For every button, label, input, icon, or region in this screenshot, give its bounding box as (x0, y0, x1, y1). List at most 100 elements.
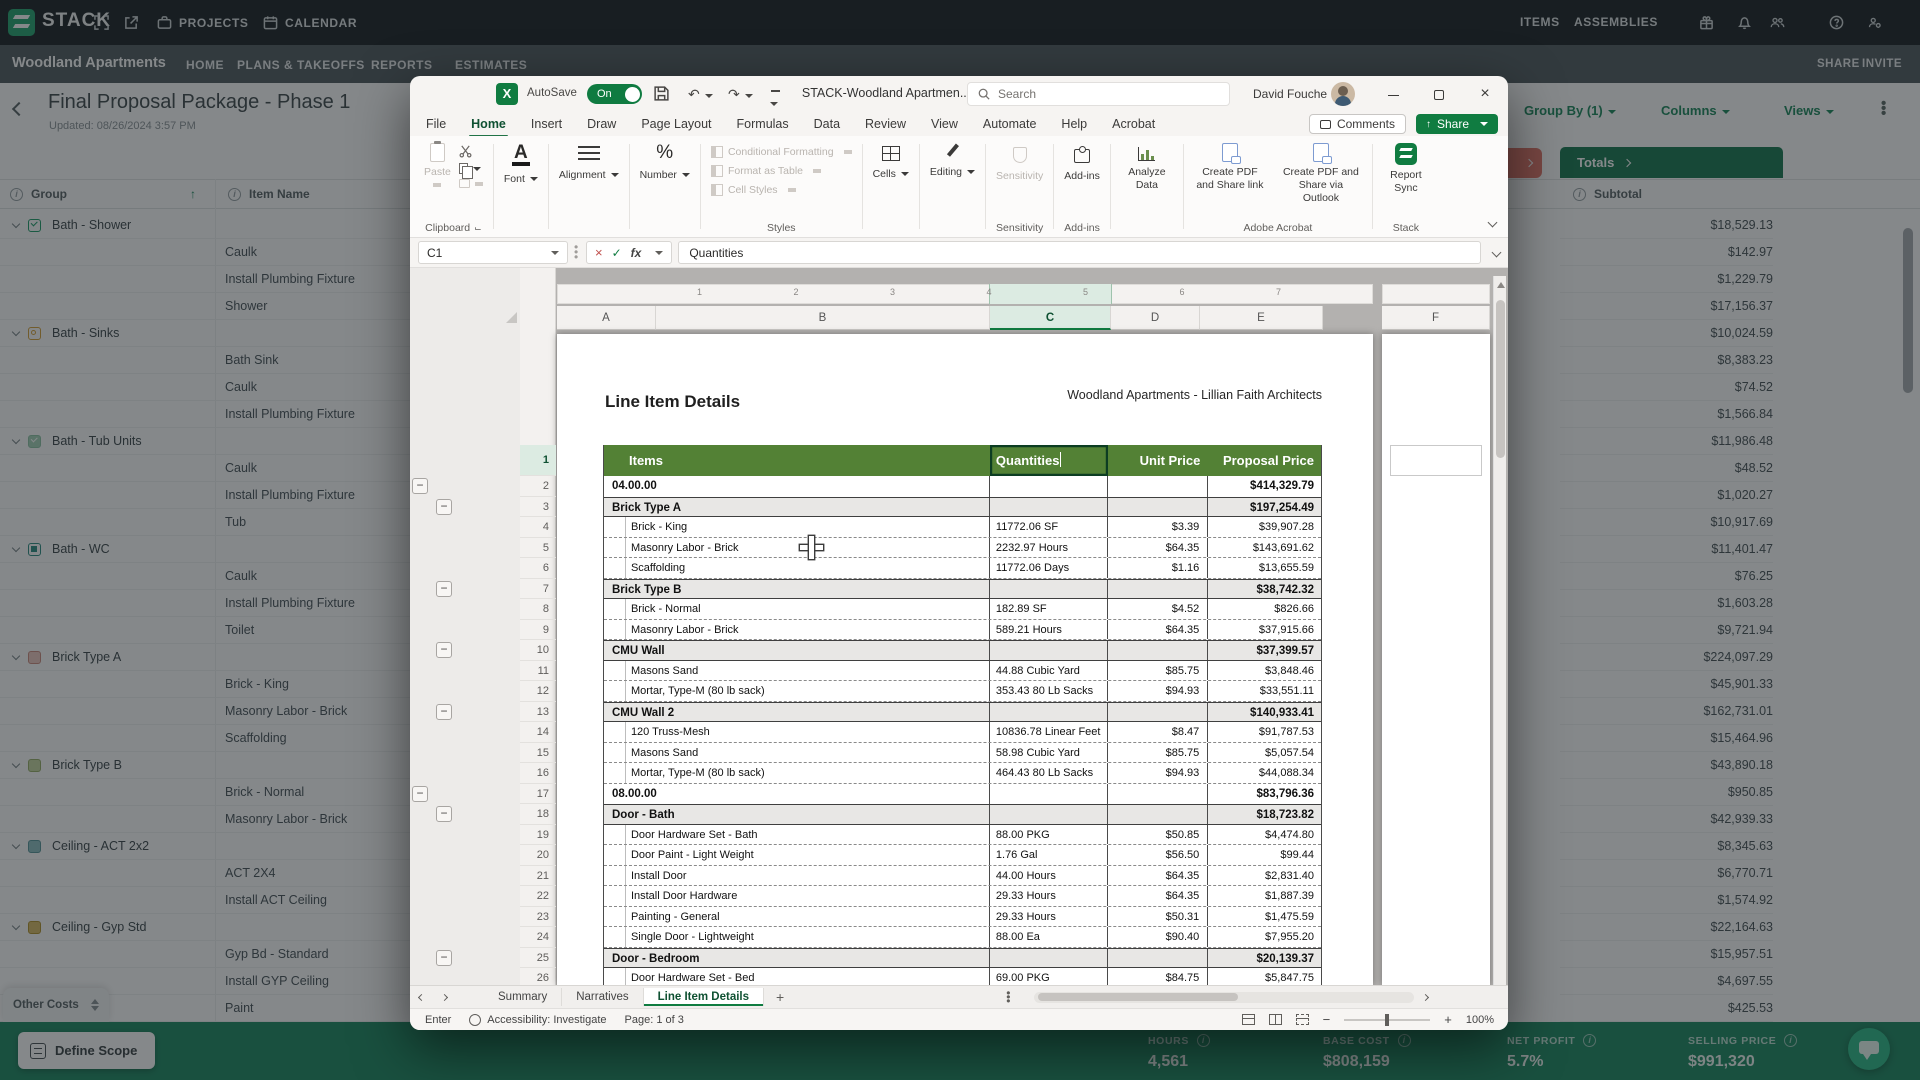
line-item-row[interactable]: Painting - General29.33 Hours$50.31$1,47… (604, 907, 1321, 928)
quantity-cell[interactable]: 11772.06 SF (990, 517, 1108, 537)
proposal-price-cell[interactable]: $38,742.32 (1208, 580, 1321, 599)
copy-button[interactable] (459, 163, 483, 174)
quantity-cell[interactable]: 464.43 80 Lb Sacks (990, 763, 1108, 783)
cells-group[interactable]: Cells (865, 136, 917, 237)
quantity-cell[interactable]: 44.00 Hours (990, 866, 1108, 886)
search-input[interactable]: Search (967, 82, 1230, 106)
quantity-cell[interactable] (990, 949, 1108, 968)
proposal-price-cell[interactable]: $18,723.82 (1208, 805, 1321, 824)
proposal-price-cell[interactable]: $1,887.39 (1208, 886, 1321, 906)
avatar[interactable] (1331, 82, 1355, 106)
proposal-price-cell[interactable]: $39,907.28 (1208, 517, 1321, 537)
outline-collapse-button[interactable]: − (436, 704, 452, 720)
row-number[interactable]: 6 (520, 558, 556, 579)
page-break-view-icon[interactable] (1296, 1014, 1309, 1025)
line-item-row[interactable]: Door Paint - Light Weight1.76 Gal$56.50$… (604, 845, 1321, 866)
quantity-cell[interactable]: 88.00 PKG (990, 825, 1108, 845)
unit-price-cell[interactable] (1108, 949, 1209, 968)
section-row[interactable]: 08.00.00$83,796.36 (604, 784, 1321, 805)
tabs-next-icon[interactable] (433, 991, 456, 1003)
row-number[interactable]: 4 (520, 517, 556, 538)
page-layout-view-icon[interactable] (1269, 1014, 1282, 1025)
row-number[interactable]: 17 (520, 784, 556, 805)
row-number[interactable]: 20 (520, 845, 556, 866)
group-name-cell[interactable]: Brick Type A (604, 498, 990, 517)
proposal-price-cell[interactable]: $5,847.75 (1208, 968, 1321, 985)
row-number[interactable]: 19 (520, 825, 556, 846)
line-item-row[interactable]: Brick - King11772.06 SF$3.39$39,907.28 (604, 517, 1321, 538)
item-name-cell[interactable]: Brick - King (626, 517, 990, 537)
alignment-group[interactable]: Alignment (551, 136, 627, 237)
unit-price-cell[interactable]: $85.75 (1108, 743, 1209, 763)
formula-input[interactable]: Quantities (678, 241, 1481, 264)
item-name-cell[interactable]: Door Hardware Set - Bath (626, 825, 990, 845)
line-item-row[interactable]: Door Hardware Set - Bed69.00 PKG$84.75$5… (604, 968, 1321, 985)
outline-collapse-button[interactable]: − (436, 581, 452, 597)
insert-function-button[interactable]: fx (631, 246, 642, 260)
unit-price-cell[interactable] (1108, 641, 1209, 660)
editing-group[interactable]: Editing (922, 136, 983, 237)
ribbon-tab-view[interactable]: View (929, 114, 960, 134)
line-item-row[interactable]: Mortar, Type-M (80 lb sack)464.43 80 Lb … (604, 763, 1321, 784)
autosave-toggle[interactable]: On (587, 84, 642, 104)
row-number[interactable]: 22 (520, 886, 556, 907)
scroll-up-icon[interactable] (1497, 282, 1505, 288)
proposal-price-cell[interactable]: $13,655.59 (1208, 558, 1321, 578)
quantity-cell[interactable]: 353.43 80 Lb Sacks (990, 681, 1108, 701)
conditional-formatting-button[interactable]: Conditional Formatting (711, 146, 852, 158)
tabs-prev-icon[interactable] (410, 991, 433, 1003)
row-number[interactable]: 12 (520, 681, 556, 702)
outline-collapse-button[interactable]: − (436, 499, 452, 515)
unit-price-cell[interactable]: $64.35 (1108, 886, 1209, 906)
group-subtotal-row[interactable]: CMU Wall$37,399.57 (604, 640, 1321, 661)
row-number[interactable]: 1 (520, 445, 556, 476)
proposal-price-cell[interactable]: $37,915.66 (1208, 620, 1321, 640)
proposal-price-cell[interactable]: $20,139.37 (1208, 949, 1321, 968)
group-name-cell[interactable]: CMU Wall 2 (604, 703, 990, 722)
maximize-button[interactable] (1416, 76, 1462, 112)
close-button[interactable]: × (1462, 76, 1508, 112)
quantity-cell[interactable] (990, 784, 1108, 805)
tabs-more-icon[interactable]: ••• (1006, 991, 1012, 1003)
line-item-row[interactable]: Single Door - Lightweight88.00 Ea$90.40$… (604, 927, 1321, 948)
quantity-cell[interactable]: 29.33 Hours (990, 886, 1108, 906)
outline-collapse-button[interactable]: − (412, 786, 428, 802)
unit-price-cell[interactable]: $56.50 (1108, 845, 1209, 865)
item-name-cell[interactable]: Masons Sand (626, 743, 990, 763)
ribbon-tab-automate[interactable]: Automate (981, 114, 1039, 134)
outline-collapse-button[interactable]: − (436, 950, 452, 966)
quantity-cell[interactable]: 69.00 PKG (990, 968, 1108, 985)
unit-price-cell[interactable]: $90.40 (1108, 927, 1209, 947)
line-item-row[interactable]: Install Door Hardware29.33 Hours$64.35$1… (604, 886, 1321, 907)
name-box[interactable]: C1 (418, 241, 568, 264)
undo-button[interactable]: ↶ (688, 86, 713, 103)
group-subtotal-row[interactable]: CMU Wall 2$140,933.41 (604, 702, 1321, 723)
group-name-cell[interactable]: Door - Bedroom (604, 949, 990, 968)
addins-group[interactable]: Add-ins Add-ins (1056, 136, 1108, 237)
quantity-cell[interactable] (990, 476, 1108, 497)
unit-price-cell[interactable]: $50.31 (1108, 907, 1209, 927)
expand-formula-bar-icon[interactable] (1492, 248, 1502, 258)
item-name-cell[interactable]: Painting - General (626, 907, 990, 927)
unit-price-cell[interactable] (1108, 703, 1209, 722)
quantity-cell[interactable] (990, 641, 1108, 660)
unit-price-cell[interactable]: $64.35 (1108, 866, 1209, 886)
proposal-price-cell[interactable]: $1,475.59 (1208, 907, 1321, 927)
sheet-area[interactable]: 1234567 ABCDEF Line Item Details Woodlan… (410, 268, 1508, 985)
quantity-cell[interactable] (990, 703, 1108, 722)
line-item-row[interactable]: Install Door44.00 Hours$64.35$2,831.40 (604, 866, 1321, 887)
user-name[interactable]: David Fouche (1253, 87, 1327, 101)
format-painter-button[interactable] (459, 179, 483, 188)
proposal-price-cell[interactable]: $99.44 (1208, 845, 1321, 865)
section-code-cell[interactable]: 04.00.00 (604, 476, 990, 497)
quantity-cell[interactable] (990, 498, 1108, 517)
column-header-F[interactable]: F (1382, 306, 1490, 330)
unit-price-cell[interactable]: $8.47 (1108, 722, 1209, 742)
unit-price-cell[interactable] (1108, 805, 1209, 824)
quantity-cell[interactable]: 182.89 SF (990, 599, 1108, 619)
row-number[interactable]: 23 (520, 907, 556, 928)
unit-price-cell[interactable] (1108, 784, 1209, 805)
group-name-cell[interactable]: Brick Type B (604, 580, 990, 599)
cut-button[interactable] (459, 145, 483, 158)
line-item-row[interactable]: Masons Sand58.98 Cubic Yard$85.75$5,057.… (604, 743, 1321, 764)
